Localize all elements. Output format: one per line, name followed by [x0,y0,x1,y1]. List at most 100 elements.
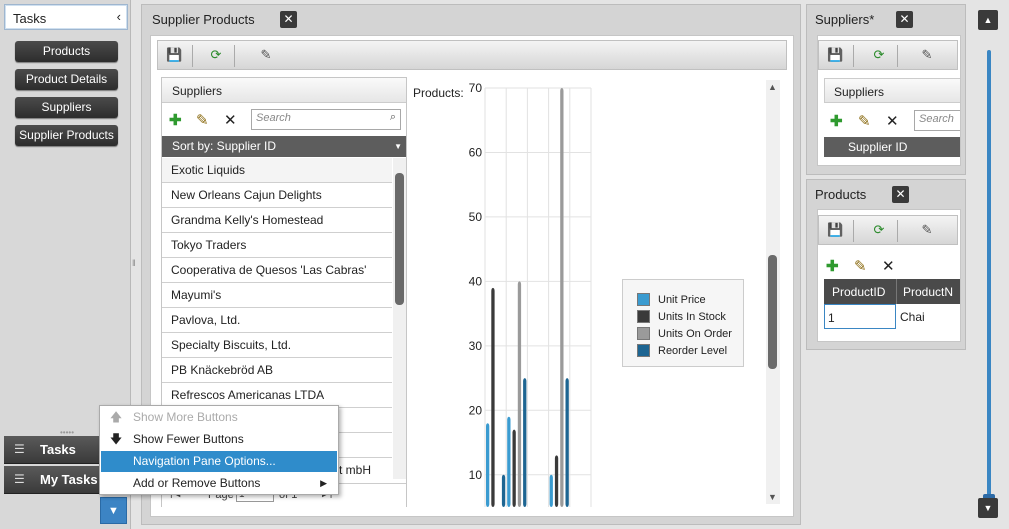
menu-item-show-more[interactable]: 🡅 Show More Buttons [101,407,337,428]
nav-item-label: Tasks [40,442,76,457]
list-item[interactable]: Specialty Biscuits, Ltd. [162,333,392,358]
suppliers-panel-content: 💾 ⟳ ✎ Suppliers ✚ ✎ ✕ Search Supplier ID [817,35,961,166]
triangle-up-icon[interactable]: ▲ [978,10,998,30]
y-tick-label: 70 [469,81,483,95]
task-button-product-details[interactable]: Product Details [15,69,118,90]
column-header-productid[interactable]: ProductID [832,285,885,299]
list-scrollbar-thumb[interactable] [395,173,404,305]
sort-dropdown[interactable]: Sort by: Supplier ID ▼ [162,136,406,157]
bar-units-on-order[interactable] [560,88,564,507]
grid-header: ProductID ProductN [824,279,960,304]
menu-item-navigation-pane-options[interactable]: Navigation Pane Options... [101,451,337,472]
arrow-down-icon: 🡇 [109,432,123,446]
edit-icon[interactable]: ✎ [196,111,209,129]
save-icon[interactable]: 💾 [166,47,182,63]
menu-item-label: Navigation Pane Options... [133,454,276,468]
panel-toolbar: 💾 ⟳ ✎ [818,40,958,70]
list-header: Suppliers [162,78,406,103]
bar-reorder-level[interactable] [501,474,506,507]
products-bar-chart: 10 20 30 40 50 60 70 [469,81,592,507]
search-input[interactable]: Search [914,110,960,131]
save-icon[interactable]: 💾 [827,47,843,63]
zoom-track[interactable] [987,50,991,500]
triangle-down-icon[interactable]: ▼ [978,498,998,518]
edit-icon[interactable]: ✎ [854,257,867,275]
task-button-suppliers[interactable]: Suppliers [15,97,118,118]
chevron-left-icon[interactable]: ‹ [117,9,121,24]
list-item[interactable]: Grandma Kelly's Homestead [162,208,392,233]
splitter-grip-icon[interactable]: ‖ [132,258,138,272]
delete-icon[interactable]: ✕ [224,111,237,129]
tasks-header[interactable]: Tasks ‹ [4,4,128,30]
list-header-label: Suppliers [172,84,223,98]
zoom-slider[interactable]: ▲ ▼ [978,10,1000,520]
legend-swatch [637,310,650,323]
legend-swatch [637,293,650,306]
sort-label: Supplier ID [848,140,908,154]
grid-cell-productid[interactable]: 1 [824,304,896,329]
menu-item-show-fewer[interactable]: 🡇 Show Fewer Buttons [101,429,337,450]
refresh-icon[interactable]: ⟳ [208,47,224,63]
list-item[interactable]: PB Knäckebröd AB [162,358,392,383]
bar-units-in-stock[interactable] [491,287,495,507]
task-button-products[interactable]: Products [15,41,118,62]
bar-reorder-level[interactable] [565,378,569,507]
bar-units-in-stock[interactable] [512,429,516,507]
refresh-icon[interactable]: ⟳ [871,47,887,63]
delete-icon[interactable]: ✕ [886,112,899,130]
list-item[interactable]: Tokyo Traders [162,233,392,258]
sort-dropdown[interactable]: Supplier ID [824,137,960,157]
task-button-supplier-products[interactable]: Supplier Products [15,125,118,146]
y-tick-label: 50 [469,210,483,224]
list-item[interactable]: Cooperativa de Quesos 'Las Cabras' [162,258,392,283]
edit-form-icon[interactable]: ✎ [919,222,935,238]
list-item[interactable]: Mayumi's [162,283,392,308]
search-placeholder: Search [256,112,291,124]
refresh-icon[interactable]: ⟳ [871,222,887,238]
bar-reorder-level[interactable] [523,378,527,507]
bar-unit-price[interactable] [549,474,553,507]
chart-scrollbar-thumb[interactable] [768,255,777,369]
list-item[interactable]: New Orleans Cajun Delights [162,183,392,208]
delete-icon[interactable]: ✕ [882,257,895,275]
bar-unit-price[interactable] [486,423,490,507]
edit-icon[interactable]: ✎ [858,112,871,130]
toolbar-separator [897,220,898,242]
bar-units-on-order[interactable] [517,281,522,507]
grid-cell-productname[interactable]: Chai [898,304,960,329]
nav-item-my-tasks[interactable]: ☰ My Tasks [4,466,100,494]
products-panel-content: 💾 ⟳ ✎ ✚ ✎ ✕ ProductID ProductN 1 Chai [817,209,961,342]
scroll-down-icon[interactable]: ▼ [768,492,777,502]
y-tick-label: 20 [469,403,483,417]
legend-swatch [637,344,650,357]
edit-form-icon[interactable]: ✎ [258,47,274,63]
legend-item: Unit Price [637,293,706,307]
bar-unit-price[interactable] [507,416,511,507]
edit-form-icon[interactable]: ✎ [919,47,935,63]
sort-label: Sort by: Supplier ID [172,139,277,153]
list-item[interactable]: Pavlova, Ltd. [162,308,392,333]
save-icon[interactable]: 💾 [827,222,843,238]
add-icon[interactable]: ✚ [169,111,182,129]
panel-title: Products [815,187,867,202]
toolbar-separator [853,45,854,67]
add-icon[interactable]: ✚ [826,257,839,275]
nav-item-tasks[interactable]: ☰ Tasks [4,436,100,464]
scroll-up-icon[interactable]: ▲ [768,82,777,92]
products-panel: Products ✕ 💾 ⟳ ✎ ✚ ✎ ✕ ProductID Product… [806,179,966,350]
menu-item-add-remove-buttons[interactable]: Add or Remove Buttons ▶ [101,473,337,494]
close-icon[interactable]: ✕ [892,186,909,203]
close-icon[interactable]: ✕ [280,11,297,28]
close-icon[interactable]: ✕ [896,11,913,28]
add-icon[interactable]: ✚ [830,112,843,130]
main-toolbar: 💾 ⟳ ✎ [157,40,787,70]
column-header-productname[interactable]: ProductN [903,285,953,299]
search-input[interactable]: Search ⌕ [251,109,401,130]
legend-item: Units In Stock [637,310,726,324]
bar-units-in-stock[interactable] [554,455,559,507]
tasks-title: Tasks [13,11,47,26]
list-item[interactable]: Exotic Liquids [162,158,392,183]
nav-options-dropdown-button[interactable]: ▼ [100,497,127,524]
legend-item: Units On Order [637,327,732,341]
toolbar-separator [897,45,898,67]
